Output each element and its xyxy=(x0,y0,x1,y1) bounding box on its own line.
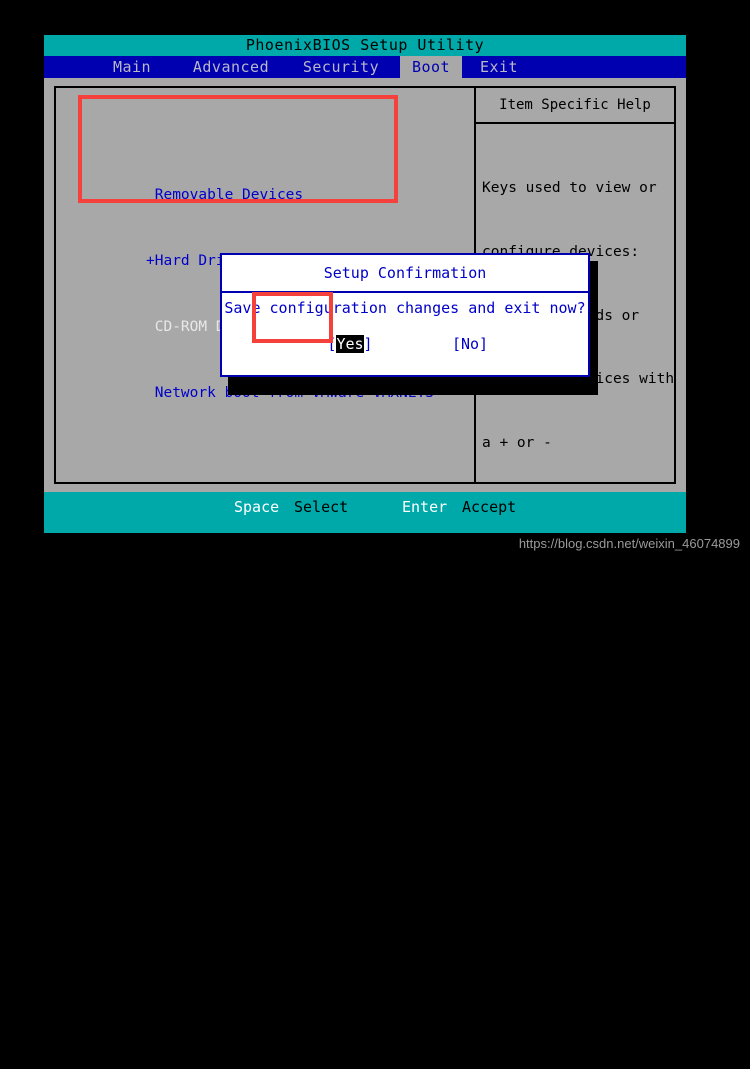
boot-item-removable-devices[interactable]: Removable Devices xyxy=(146,184,434,206)
status-desc-select: Select xyxy=(294,498,349,516)
help-line: that is not installed. xyxy=(482,1007,675,1024)
status-key-enter: Enter xyxy=(402,498,448,516)
help-line: <+> and <-> moves the xyxy=(482,625,666,642)
tab-boot[interactable]: Boot xyxy=(400,56,462,78)
dialog-message: Save configuration changes and exit now? xyxy=(224,299,586,317)
boot-item-prefix xyxy=(146,385,155,401)
menu-bar: Main Advanced Security Boot Exit xyxy=(44,56,686,78)
help-line: device up or down. xyxy=(482,689,640,706)
menu-underline xyxy=(44,78,686,86)
boot-item-prefix xyxy=(146,187,155,203)
window-title: PhoenixBIOS Setup Utility xyxy=(44,35,686,56)
help-line: Keys used to view or xyxy=(482,180,657,197)
dialog-no-button[interactable]: [No] xyxy=(430,335,510,353)
status-key-space: Space xyxy=(234,498,280,516)
bios-screen: PhoenixBIOS Setup Utility Main Advanced … xyxy=(44,35,686,1023)
watermark: https://blog.csdn.net/weixin_46074899 xyxy=(518,536,740,551)
status-bar: Space Select Enter Accept xyxy=(44,492,686,533)
bracket-open: [ xyxy=(451,335,461,353)
dialog-yes-button[interactable]: [Yes] xyxy=(310,335,390,353)
help-line: <n> May move removable xyxy=(482,752,675,769)
boot-item-prefix xyxy=(146,319,155,335)
dialog-title: Setup Confirmation xyxy=(222,255,588,293)
bracket-close: ] xyxy=(479,335,489,353)
help-line: Disk or Removable Disk xyxy=(482,880,675,897)
help-panel-title: Item Specific Help xyxy=(476,88,674,124)
help-line: all. xyxy=(482,562,517,579)
help-line: a + or - xyxy=(482,434,552,451)
tab-advanced[interactable]: Advanced xyxy=(178,56,284,78)
tab-security[interactable]: Security xyxy=(288,56,394,78)
tab-main[interactable]: Main xyxy=(96,56,168,78)
boot-item-prefix: + xyxy=(146,253,155,269)
setup-confirmation-dialog: Setup Confirmation Save configuration ch… xyxy=(220,253,590,377)
help-line: device between Hard xyxy=(482,816,648,833)
dialog-yes-label: Yes xyxy=(336,335,364,353)
status-desc-accept: Accept xyxy=(462,498,517,516)
boot-item-label: Removable Devices xyxy=(154,187,304,203)
tab-exit[interactable]: Exit xyxy=(468,56,530,78)
help-line: <d> Remove a device xyxy=(482,943,648,960)
bracket-close: ] xyxy=(363,335,373,353)
dialog-no-label: No xyxy=(460,335,480,353)
